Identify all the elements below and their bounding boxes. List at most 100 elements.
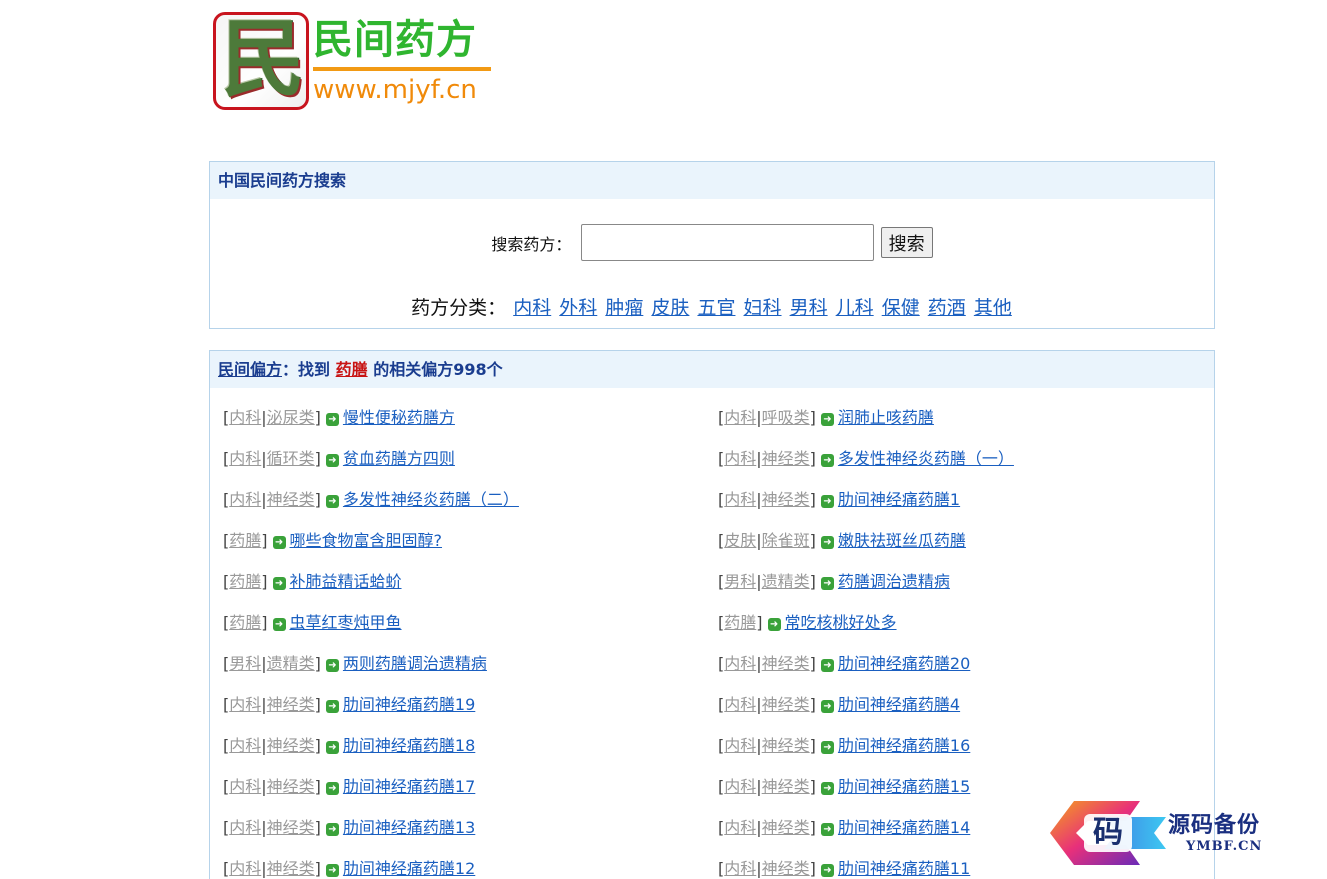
category-tag-link[interactable]: 内科 bbox=[724, 859, 756, 878]
list-item: [内科|神经类] ➜ 肋间神经痛药膳15 bbox=[718, 775, 970, 799]
category-tag-link[interactable]: 内科 bbox=[724, 490, 756, 509]
category-tag-link[interactable]: 神经类 bbox=[267, 490, 315, 509]
category-link[interactable]: 儿科 bbox=[836, 297, 874, 319]
category-tag-link[interactable]: 遗精类 bbox=[762, 572, 810, 591]
remedy-title-link[interactable]: 嫩肤祛斑丝瓜药膳 bbox=[838, 531, 966, 550]
category-tag-link[interactable]: 神经类 bbox=[267, 818, 315, 837]
category-tag-link[interactable]: 内科 bbox=[724, 818, 756, 837]
category-link[interactable]: 内科 bbox=[513, 297, 551, 319]
watermark: 码 源码备份 YMBF.CN bbox=[1044, 799, 1314, 869]
category-tag-link[interactable]: 内科 bbox=[724, 777, 756, 796]
remedy-title-link[interactable]: 补肺益精话蛤蚧 bbox=[290, 572, 402, 591]
category-tag-link[interactable]: 内科 bbox=[229, 859, 261, 878]
remedy-title-link[interactable]: 两则药膳调治遗精病 bbox=[343, 654, 487, 673]
category-tag-link[interactable]: 神经类 bbox=[762, 654, 810, 673]
category-tag-link[interactable]: 神经类 bbox=[762, 818, 810, 837]
list-item: [内科|神经类] ➜ 肋间神经痛药膳19 bbox=[223, 693, 475, 717]
category-tag-link[interactable]: 内科 bbox=[229, 449, 261, 468]
category-tag-link[interactable]: 神经类 bbox=[762, 695, 810, 714]
category-tag-link[interactable]: 内科 bbox=[229, 736, 261, 755]
results-header-link[interactable]: 民间偏方 bbox=[218, 360, 282, 379]
category-tag-link[interactable]: 呼吸类 bbox=[762, 408, 810, 427]
arrow-right-icon: ➜ bbox=[272, 618, 286, 631]
category-tag-link[interactable]: 药膳 bbox=[229, 572, 261, 591]
list-item: [内科|神经类] ➜ 肋间神经痛药膳16 bbox=[718, 734, 970, 758]
arrow-right-icon: ➜ bbox=[820, 454, 834, 467]
remedy-title-link[interactable]: 慢性便秘药膳方 bbox=[343, 408, 455, 427]
category-link[interactable]: 五官 bbox=[697, 297, 735, 319]
site-logo[interactable]: 民 民间药方 www.mjyf.cn bbox=[213, 12, 503, 114]
remedy-title-link[interactable]: 药膳调治遗精病 bbox=[838, 572, 950, 591]
category-tag-link[interactable]: 内科 bbox=[229, 695, 261, 714]
remedy-title-link[interactable]: 肋间神经痛药膳12 bbox=[343, 859, 475, 878]
remedy-title-link[interactable]: 虫草红枣炖甲鱼 bbox=[290, 613, 402, 632]
category-link[interactable]: 男科 bbox=[790, 297, 828, 319]
category-tag-link[interactable]: 男科 bbox=[724, 572, 756, 591]
search-panel: 中国民间药方搜索 搜索药方： 搜索 药方分类： 内科 外科 肿瘤 皮肤 五官 妇… bbox=[209, 161, 1215, 329]
category-tag-link[interactable]: 神经类 bbox=[267, 777, 315, 796]
category-tag-link[interactable]: 泌尿类 bbox=[267, 408, 315, 427]
category-tag-link[interactable]: 内科 bbox=[229, 408, 261, 427]
category-tag-link[interactable]: 循环类 bbox=[267, 449, 315, 468]
arrow-right-icon: ➜ bbox=[820, 495, 834, 508]
remedy-title-link[interactable]: 肋间神经痛药膳13 bbox=[343, 818, 475, 837]
category-tag-link[interactable]: 遗精类 bbox=[267, 654, 315, 673]
category-link[interactable]: 其他 bbox=[974, 297, 1012, 319]
category-tag-link[interactable]: 神经类 bbox=[267, 859, 315, 878]
category-tag-link[interactable]: 内科 bbox=[724, 695, 756, 714]
category-tag-link[interactable]: 神经类 bbox=[762, 736, 810, 755]
category-tag-link[interactable]: 内科 bbox=[724, 654, 756, 673]
arrow-right-icon: ➜ bbox=[325, 864, 339, 877]
remedy-title-link[interactable]: 肋间神经痛药膳4 bbox=[838, 695, 960, 714]
category-tag-link[interactable]: 神经类 bbox=[762, 490, 810, 509]
category-tag-link[interactable]: 除雀斑 bbox=[762, 531, 810, 550]
category-tag-link[interactable]: 男科 bbox=[229, 654, 261, 673]
category-tag-link[interactable]: 皮肤 bbox=[724, 531, 756, 550]
remedy-title-link[interactable]: 肋间神经痛药膳11 bbox=[838, 859, 970, 878]
category-link[interactable]: 药酒 bbox=[928, 297, 966, 319]
category-tag-link[interactable]: 药膳 bbox=[724, 613, 756, 632]
remedy-title-link[interactable]: 多发性神经炎药膳（一） bbox=[838, 449, 1014, 468]
remedy-title-link[interactable]: 常吃核桃好处多 bbox=[785, 613, 897, 632]
category-tag-link[interactable]: 内科 bbox=[229, 777, 261, 796]
category-tag-link[interactable]: 内科 bbox=[724, 408, 756, 427]
tag-bracket-close: ] bbox=[314, 449, 321, 468]
remedy-title-link[interactable]: 肋间神经痛药膳19 bbox=[343, 695, 475, 714]
tag-bracket-close: ] bbox=[809, 859, 816, 878]
category-link[interactable]: 皮肤 bbox=[651, 297, 689, 319]
remedy-title-link[interactable]: 肋间神经痛药膳1 bbox=[838, 490, 960, 509]
category-tag-link[interactable]: 内科 bbox=[724, 736, 756, 755]
category-tag-link[interactable]: 神经类 bbox=[267, 695, 315, 714]
remedy-title-link[interactable]: 肋间神经痛药膳17 bbox=[343, 777, 475, 796]
tag-bracket-close: ] bbox=[756, 613, 763, 632]
category-tag-link[interactable]: 药膳 bbox=[229, 531, 261, 550]
tag-bracket-close: ] bbox=[261, 572, 268, 591]
remedy-title-link[interactable]: 肋间神经痛药膳14 bbox=[838, 818, 970, 837]
remedy-title-link[interactable]: 肋间神经痛药膳18 bbox=[343, 736, 475, 755]
results-keyword[interactable]: 药膳 bbox=[336, 360, 368, 379]
category-tag-link[interactable]: 神经类 bbox=[762, 449, 810, 468]
category-tag-link[interactable]: 内科 bbox=[229, 490, 261, 509]
remedy-title-link[interactable]: 肋间神经痛药膳16 bbox=[838, 736, 970, 755]
remedy-title-link[interactable]: 贫血药膳方四则 bbox=[343, 449, 455, 468]
category-tag-link[interactable]: 内科 bbox=[229, 818, 261, 837]
remedy-title-link[interactable]: 润肺止咳药膳 bbox=[838, 408, 934, 427]
category-link[interactable]: 妇科 bbox=[744, 297, 782, 319]
remedy-title-link[interactable]: 肋间神经痛药膳15 bbox=[838, 777, 970, 796]
category-link[interactable]: 肿瘤 bbox=[605, 297, 643, 319]
category-tag-link[interactable]: 神经类 bbox=[267, 736, 315, 755]
category-tag-link[interactable]: 神经类 bbox=[762, 859, 810, 878]
remedy-title-link[interactable]: 多发性神经炎药膳（二） bbox=[343, 490, 519, 509]
category-tag-link[interactable]: 内科 bbox=[724, 449, 756, 468]
tag-bracket-close: ] bbox=[809, 408, 816, 427]
remedy-title-link[interactable]: 哪些食物富含胆固醇? bbox=[290, 531, 443, 550]
search-button[interactable]: 搜索 bbox=[880, 227, 933, 258]
category-link[interactable]: 外科 bbox=[559, 297, 597, 319]
category-tag-link[interactable]: 药膳 bbox=[229, 613, 261, 632]
category-link[interactable]: 保健 bbox=[882, 297, 920, 319]
remedy-title-link[interactable]: 肋间神经痛药膳20 bbox=[838, 654, 970, 673]
tag-bracket-close: ] bbox=[809, 777, 816, 796]
search-input[interactable] bbox=[580, 224, 874, 261]
list-item: [内科|神经类] ➜ 肋间神经痛药膳14 bbox=[718, 816, 970, 840]
category-tag-link[interactable]: 神经类 bbox=[762, 777, 810, 796]
